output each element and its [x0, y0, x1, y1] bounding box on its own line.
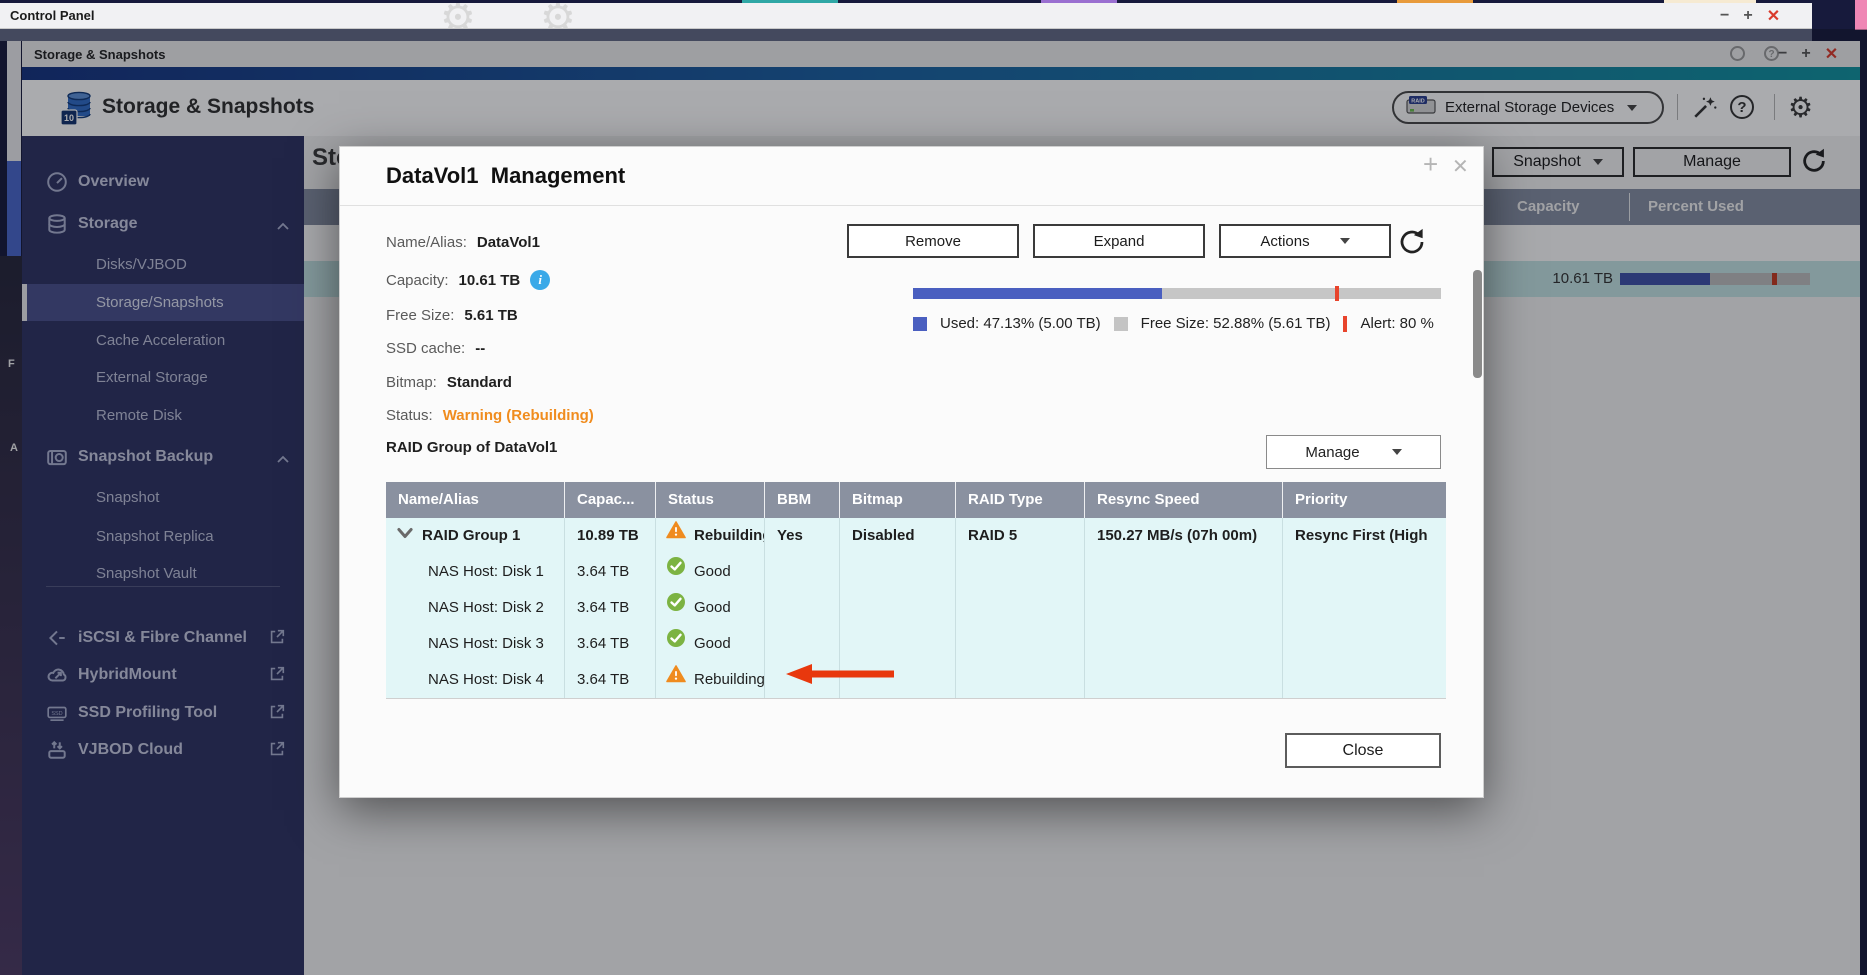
raid-group-label: RAID Group of DataVol1: [386, 439, 557, 456]
free-size-row: Free Size: 5.61 TB: [386, 304, 518, 326]
raid-group-row[interactable]: RAID Group 1 10.89 TB Rebuilding Yes Dis…: [386, 518, 1446, 554]
status-row: Status: Warning (Rebuilding): [386, 404, 594, 426]
bitmap-row: Bitmap: Standard: [386, 371, 512, 393]
dialog-title: DataVol1 Management: [386, 163, 625, 189]
control-panel-title: Control Panel: [10, 8, 95, 23]
info-icon[interactable]: i: [530, 270, 550, 290]
disk-row[interactable]: NAS Host: Disk 2 3.64 TB Good: [386, 590, 1446, 626]
warning-icon: [666, 518, 686, 554]
datavol1-management-dialog: DataVol1 Management + ✕ Name/Alias: Data…: [339, 146, 1484, 798]
status-value: Warning (Rebuilding): [443, 407, 594, 424]
close-button[interactable]: Close: [1285, 733, 1441, 768]
free-swatch: [1114, 317, 1128, 331]
raid-group-table: Name/Alias Capac... Status BBM Bitmap RA…: [386, 482, 1446, 699]
dialog-scrollbar-thumb[interactable]: [1473, 270, 1482, 378]
disk-row[interactable]: NAS Host: Disk 1 3.64 TB Good: [386, 554, 1446, 590]
good-icon: [666, 554, 686, 590]
close-window-button[interactable]: ✕: [1767, 6, 1780, 26]
close-icon[interactable]: ✕: [1452, 154, 1469, 179]
usage-bar: [913, 288, 1441, 299]
remove-button[interactable]: Remove: [847, 224, 1019, 258]
disk-row[interactable]: NAS Host: Disk 4 3.64 TB Rebuilding: [386, 662, 1446, 698]
warning-icon: [666, 662, 686, 698]
alert-threshold-marker: [1335, 286, 1339, 301]
maximize-button[interactable]: +: [1743, 7, 1752, 25]
used-swatch: [913, 317, 927, 331]
refresh-icon[interactable]: [1397, 227, 1427, 262]
good-icon: [666, 590, 686, 626]
raid-table-header: Name/Alias Capac... Status BBM Bitmap RA…: [386, 482, 1446, 518]
minimize-button[interactable]: −: [1720, 7, 1729, 25]
desktop: ⚙ ⚙ Control Panel − + ✕ F A Storage & Sn…: [0, 0, 1867, 975]
name-alias-row: Name/Alias: DataVol1: [386, 231, 540, 253]
control-panel-titlebar: ⚙ ⚙ Control Panel − + ✕: [0, 3, 1812, 29]
good-icon: [666, 626, 686, 662]
desktop-icon-fragment: [1855, 0, 1867, 30]
actions-dropdown-button[interactable]: Actions: [1219, 224, 1391, 258]
gear-ghost-icon: ⚙: [540, 3, 576, 29]
raid-manage-dropdown[interactable]: Manage: [1266, 435, 1441, 469]
ssd-cache-row: SSD cache: --: [386, 337, 485, 359]
capacity-row: Capacity: 10.61 TB i: [386, 269, 550, 291]
expand-button[interactable]: Expand: [1033, 224, 1205, 258]
usage-legend: Used: 47.13% (5.00 TB) Free Size: 52.88%…: [913, 315, 1434, 332]
expander-chevron-icon[interactable]: [396, 518, 414, 554]
gear-ghost-icon: ⚙: [440, 3, 476, 29]
detach-icon[interactable]: +: [1423, 149, 1438, 180]
alert-swatch: [1343, 316, 1347, 332]
disk-row[interactable]: NAS Host: Disk 3 3.64 TB Good: [386, 626, 1446, 662]
chevron-down-icon: [1392, 449, 1402, 455]
chevron-down-icon: [1340, 238, 1350, 244]
annotation-arrow-icon: [784, 661, 896, 692]
